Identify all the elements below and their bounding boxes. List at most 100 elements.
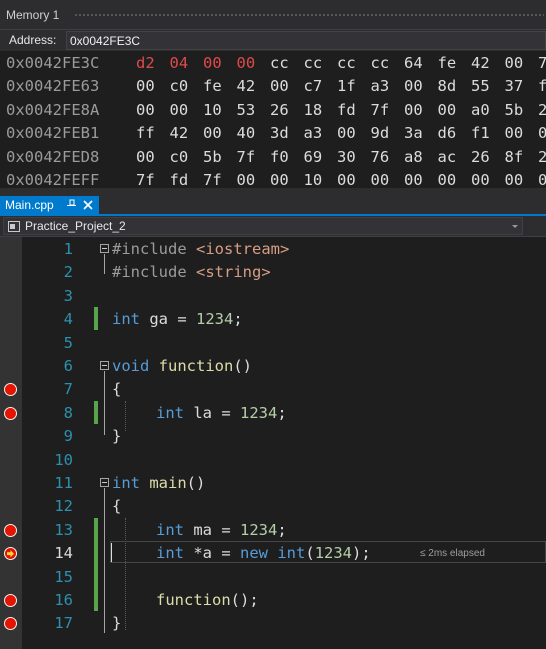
breakpoint-icon[interactable] xyxy=(4,617,17,631)
memory-window-titlebar[interactable]: Memory 1 xyxy=(0,0,546,30)
memory-byte[interactable]: 00 xyxy=(170,99,204,122)
code-line-9[interactable]: 9 } xyxy=(0,425,546,448)
memory-byte[interactable]: 00 xyxy=(438,99,472,122)
memory-byte[interactable]: 00 xyxy=(337,122,371,145)
memory-byte[interactable]: cc xyxy=(337,52,371,75)
memory-byte[interactable]: 00 xyxy=(404,75,438,98)
memory-byte[interactable]: 2f xyxy=(538,99,546,122)
memory-byte[interactable]: 26 xyxy=(471,146,505,169)
code-line-4[interactable]: 4 int ga = 1234; xyxy=(0,308,546,331)
memory-row[interactable]: 0x0042FEB1ff4200403da3009d3ad6f10000 xyxy=(6,122,546,145)
perf-tip-elapsed[interactable]: ≤ 2ms elapsed xyxy=(420,542,485,565)
memory-byte[interactable]: 7f xyxy=(538,52,546,75)
memory-byte[interactable]: f2 xyxy=(538,75,546,98)
memory-byte[interactable]: 00 xyxy=(237,169,271,188)
breakpoint-icon[interactable] xyxy=(4,383,17,397)
memory-byte[interactable]: 00 xyxy=(337,169,371,188)
memory-byte[interactable]: 40 xyxy=(237,122,271,145)
memory-byte[interactable]: cc xyxy=(270,52,304,75)
memory-byte[interactable]: 26 xyxy=(270,99,304,122)
memory-byte[interactable]: 76 xyxy=(371,146,405,169)
pane-splitter[interactable] xyxy=(0,188,546,196)
memory-byte[interactable]: 00 xyxy=(538,169,546,188)
memory-byte[interactable]: 00 xyxy=(505,52,539,75)
code-line-6[interactable]: 6 void function() xyxy=(0,355,546,378)
memory-row[interactable]: 0x0042FEFF7ffd7f00001000000000000000 xyxy=(6,169,546,188)
memory-byte[interactable]: 00 xyxy=(203,52,237,75)
memory-byte[interactable]: 8f xyxy=(505,146,539,169)
memory-byte[interactable]: 5b xyxy=(505,99,539,122)
fold-icon[interactable] xyxy=(100,244,109,253)
memory-byte[interactable]: 00 xyxy=(471,169,505,188)
memory-byte[interactable]: fe xyxy=(203,75,237,98)
project-dropdown[interactable]: Practice_Project_2 xyxy=(3,217,523,235)
memory-byte[interactable]: ac xyxy=(438,146,472,169)
memory-byte[interactable]: c7 xyxy=(304,75,338,98)
fold-icon[interactable] xyxy=(100,478,109,487)
memory-byte[interactable]: 1f xyxy=(337,75,371,98)
memory-byte[interactable]: c0 xyxy=(170,146,204,169)
code-line-1[interactable]: 1 #include <iostream> xyxy=(0,238,546,261)
memory-byte[interactable]: 00 xyxy=(270,75,304,98)
current-statement-arrow-icon[interactable] xyxy=(4,547,17,561)
code-line-16[interactable]: 16 function(); xyxy=(0,589,546,612)
memory-byte[interactable]: 00 xyxy=(136,75,170,98)
memory-byte[interactable]: 04 xyxy=(170,52,204,75)
memory-byte[interactable]: ff xyxy=(136,122,170,145)
memory-byte[interactable]: a3 xyxy=(304,122,338,145)
memory-byte[interactable]: 00 xyxy=(505,169,539,188)
memory-byte[interactable]: fe xyxy=(438,52,472,75)
memory-byte[interactable]: 00 xyxy=(538,122,546,145)
memory-byte[interactable]: a8 xyxy=(404,146,438,169)
memory-byte[interactable]: d2 xyxy=(136,52,170,75)
memory-byte[interactable]: 8d xyxy=(438,75,472,98)
memory-row[interactable]: 0x0042FE6300c0fe4200c71fa3008d5537f2 xyxy=(6,75,546,98)
code-line-12[interactable]: 12 { xyxy=(0,495,546,518)
memory-byte[interactable]: fd xyxy=(337,99,371,122)
memory-byte[interactable]: 00 xyxy=(136,146,170,169)
memory-grid[interactable]: 0x0042FE3Cd2040000cccccccc64fe42007f0x00… xyxy=(0,51,546,188)
memory-byte[interactable]: 00 xyxy=(136,99,170,122)
breakpoint-icon[interactable] xyxy=(4,523,17,537)
memory-byte[interactable]: c0 xyxy=(170,75,204,98)
memory-byte[interactable]: d6 xyxy=(438,122,472,145)
memory-byte[interactable]: fd xyxy=(170,169,204,188)
breakpoint-icon[interactable] xyxy=(4,406,17,420)
memory-byte[interactable]: 00 xyxy=(237,52,271,75)
memory-byte[interactable]: 42 xyxy=(170,122,204,145)
memory-byte[interactable]: 53 xyxy=(237,99,271,122)
memory-byte[interactable]: 7f xyxy=(203,169,237,188)
memory-byte[interactable]: 00 xyxy=(404,169,438,188)
code-line-17[interactable]: 17 } xyxy=(0,612,546,635)
memory-byte[interactable]: 18 xyxy=(304,99,338,122)
memory-byte[interactable]: 9d xyxy=(371,122,405,145)
memory-row[interactable]: 0x0042FED8 00c05b7ff0693076a8ac268f2c xyxy=(6,146,546,169)
memory-byte[interactable]: 00 xyxy=(371,169,405,188)
memory-byte[interactable]: cc xyxy=(304,52,338,75)
code-line-7[interactable]: 7 { xyxy=(0,378,546,401)
address-input[interactable] xyxy=(66,31,546,50)
memory-byte[interactable]: 64 xyxy=(404,52,438,75)
code-line-15[interactable]: 15 xyxy=(0,566,546,589)
memory-byte[interactable]: a3 xyxy=(371,75,405,98)
close-icon[interactable] xyxy=(82,199,94,211)
memory-byte[interactable]: 5b xyxy=(203,146,237,169)
code-editor[interactable]: 1 #include <iostream> 2 #include <string… xyxy=(0,237,546,649)
memory-byte[interactable]: 7f xyxy=(136,169,170,188)
memory-byte[interactable]: 30 xyxy=(337,146,371,169)
memory-byte[interactable]: a0 xyxy=(471,99,505,122)
memory-byte[interactable]: 3a xyxy=(404,122,438,145)
chevron-down-icon[interactable] xyxy=(510,220,520,232)
memory-byte[interactable]: 37 xyxy=(505,75,539,98)
titlebar-grip[interactable] xyxy=(74,13,544,18)
fold-icon[interactable] xyxy=(100,361,109,370)
code-line-11[interactable]: 11 int main() xyxy=(0,472,546,495)
memory-byte[interactable]: 7f xyxy=(371,99,405,122)
memory-byte[interactable]: 10 xyxy=(304,169,338,188)
code-line-2[interactable]: 2 #include <string> xyxy=(0,261,546,284)
memory-byte[interactable]: 55 xyxy=(471,75,505,98)
memory-byte[interactable]: 00 xyxy=(203,122,237,145)
code-line-3[interactable]: 3 xyxy=(0,285,546,308)
memory-byte[interactable]: cc xyxy=(371,52,405,75)
pin-icon[interactable] xyxy=(66,199,76,211)
